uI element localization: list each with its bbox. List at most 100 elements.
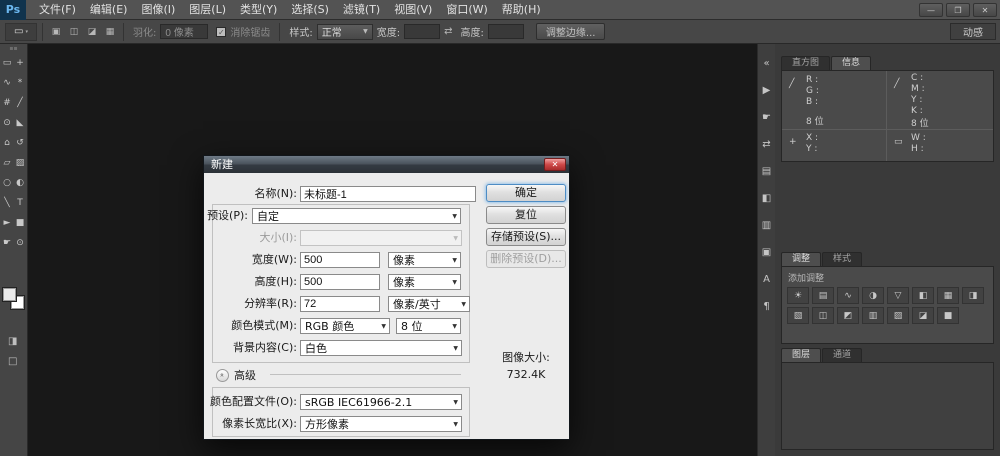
color-balance-icon[interactable]: ▦ <box>937 287 959 304</box>
restore-button[interactable]: ❐ <box>946 3 970 17</box>
dialog-title-bar[interactable]: 新建 <box>204 156 569 173</box>
preset-select[interactable]: 自定▼ <box>252 208 461 224</box>
menu-item[interactable]: 视图(V) <box>387 0 439 20</box>
tab-styles[interactable]: 样式 <box>822 252 862 266</box>
resolution-input[interactable] <box>300 296 380 312</box>
color-mode-select[interactable]: RGB 颜色▼ <box>300 318 390 334</box>
rectangular-marquee-tool-icon[interactable]: ▭ <box>1 53 14 73</box>
swap-panel-icon[interactable]: ⇄ <box>760 137 774 151</box>
levels-icon[interactable]: ▤ <box>812 287 834 304</box>
tab-layers[interactable]: 图层 <box>781 348 821 362</box>
color-profile-select[interactable]: sRGB IEC61966-2.1▼ <box>300 394 462 410</box>
eyedropper-tool-icon[interactable]: ╱ <box>14 93 27 113</box>
dodge-tool-icon[interactable]: ◐ <box>14 173 27 193</box>
vibrance-icon[interactable]: ▽ <box>887 287 909 304</box>
quick-selection-tool-icon[interactable]: * <box>14 73 27 93</box>
toolbar-grip[interactable]: ▪▪ <box>0 44 27 53</box>
menu-item[interactable]: 图层(L) <box>182 0 233 20</box>
add-to-selection-icon[interactable]: ◫ <box>66 24 82 40</box>
antialias-checkbox[interactable]: ✓ <box>216 27 226 37</box>
healing-brush-tool-icon[interactable]: ⊙ <box>1 113 14 133</box>
hand-tool-icon[interactable]: ☛ <box>1 233 14 253</box>
actions-panel-icon[interactable]: ▶ <box>760 83 774 97</box>
close-button[interactable]: ✕ <box>973 3 997 17</box>
tab-adjustments[interactable]: 调整 <box>781 252 821 266</box>
menu-item[interactable]: 文件(F) <box>32 0 83 20</box>
width-unit-select[interactable]: 像素▼ <box>388 252 461 268</box>
menu-item[interactable]: 编辑(E) <box>83 0 135 20</box>
brightness-contrast-icon[interactable]: ☀ <box>787 287 809 304</box>
minimize-button[interactable]: — <box>919 3 943 17</box>
intersect-selection-icon[interactable]: ▦ <box>102 24 118 40</box>
height-input[interactable] <box>488 24 524 39</box>
new-selection-icon[interactable]: ▣ <box>48 24 64 40</box>
menu-item[interactable]: 类型(Y) <box>233 0 284 20</box>
tab-channels[interactable]: 通道 <box>822 348 862 362</box>
dialog-close-button[interactable]: ✕ <box>544 158 566 171</box>
navigator-panel-icon[interactable]: ▣ <box>760 245 774 259</box>
brush-tool-icon[interactable]: ◣ <box>14 113 27 133</box>
masks-panel-icon[interactable]: ◧ <box>760 191 774 205</box>
tool-preset-picker[interactable]: ▭ ▾ <box>5 23 37 41</box>
resolution-unit-select[interactable]: 像素/英寸▼ <box>388 296 470 312</box>
shape-tool-icon[interactable]: ■ <box>14 213 27 233</box>
reset-button[interactable]: 复位 <box>486 206 566 224</box>
style-select[interactable]: 正常 ▼ <box>317 24 373 40</box>
hand-panel-icon[interactable]: ☛ <box>760 110 774 124</box>
histogram-panel-icon[interactable]: ▤ <box>760 164 774 178</box>
rgb-bit-depth[interactable]: 8 位 <box>806 114 824 127</box>
width-input[interactable] <box>300 252 380 268</box>
cmyk-bit-depth[interactable]: 8 位 <box>911 116 929 129</box>
workspace-switcher[interactable]: 动感 <box>950 23 996 40</box>
height-input[interactable] <box>300 274 380 290</box>
height-unit-select[interactable]: 像素▼ <box>388 274 461 290</box>
tab-histogram[interactable]: 直方图 <box>781 56 830 70</box>
type-tool-icon[interactable]: T <box>14 193 27 213</box>
advanced-section-header[interactable]: » 高级 <box>216 367 256 383</box>
collapse-panels-icon[interactable]: « <box>760 56 774 70</box>
menu-item[interactable]: 滤镜(T) <box>336 0 387 20</box>
save-preset-button[interactable]: 存储预设(S)... <box>486 228 566 246</box>
eraser-tool-icon[interactable]: ▱ <box>1 153 14 173</box>
bit-depth-select[interactable]: 8 位▼ <box>396 318 461 334</box>
menu-item[interactable]: 选择(S) <box>284 0 336 20</box>
clone-stamp-tool-icon[interactable]: ⌂ <box>1 133 14 153</box>
photo-filter-icon[interactable]: ▧ <box>787 307 809 324</box>
curves-icon[interactable]: ∿ <box>837 287 859 304</box>
pixel-aspect-select[interactable]: 方形像素▼ <box>300 416 462 432</box>
screen-mode-icon[interactable]: □ <box>8 356 17 367</box>
exposure-icon[interactable]: ◑ <box>862 287 884 304</box>
lasso-tool-icon[interactable]: ∿ <box>1 73 14 93</box>
zoom-tool-icon[interactable]: ⊙ <box>14 233 27 253</box>
document-name-input[interactable] <box>300 186 476 202</box>
feather-input[interactable] <box>160 24 208 39</box>
photoshop-logo[interactable]: Ps <box>0 0 26 20</box>
paths-panel-icon[interactable]: ▥ <box>760 218 774 232</box>
channel-mixer-icon[interactable]: ◫ <box>812 307 834 324</box>
gradient-tool-icon[interactable]: ▨ <box>14 153 27 173</box>
background-contents-select[interactable]: 白色▼ <box>300 340 462 356</box>
ok-button[interactable]: 确定 <box>486 184 566 202</box>
width-input[interactable] <box>404 24 440 39</box>
gradient-map-icon[interactable]: ◪ <box>912 307 934 324</box>
blur-tool-icon[interactable]: ○ <box>1 173 14 193</box>
foreground-color-swatch[interactable] <box>3 288 16 301</box>
tab-info[interactable]: 信息 <box>831 56 871 70</box>
invert-icon[interactable]: ◩ <box>837 307 859 324</box>
black-white-icon[interactable]: ◨ <box>962 287 984 304</box>
move-tool-icon[interactable]: + <box>14 53 27 73</box>
pen-tool-icon[interactable]: ╲ <box>1 193 14 213</box>
character-panel-icon[interactable]: A <box>760 272 774 286</box>
subtract-from-selection-icon[interactable]: ◪ <box>84 24 100 40</box>
threshold-icon[interactable]: ▨ <box>887 307 909 324</box>
path-selection-tool-icon[interactable]: ► <box>1 213 14 233</box>
swap-dimensions-icon[interactable]: ⇄ <box>444 26 452 37</box>
refine-edge-button[interactable]: 调整边缘... <box>536 23 606 40</box>
posterize-icon[interactable]: ▥ <box>862 307 884 324</box>
selective-color-icon[interactable]: ■ <box>937 307 959 324</box>
quick-mask-icon[interactable]: ◨ <box>8 336 17 347</box>
menu-item[interactable]: 窗口(W) <box>439 0 494 20</box>
collapse-icon[interactable]: » <box>216 369 229 382</box>
history-brush-tool-icon[interactable]: ↺ <box>14 133 27 153</box>
crop-tool-icon[interactable]: # <box>1 93 14 113</box>
